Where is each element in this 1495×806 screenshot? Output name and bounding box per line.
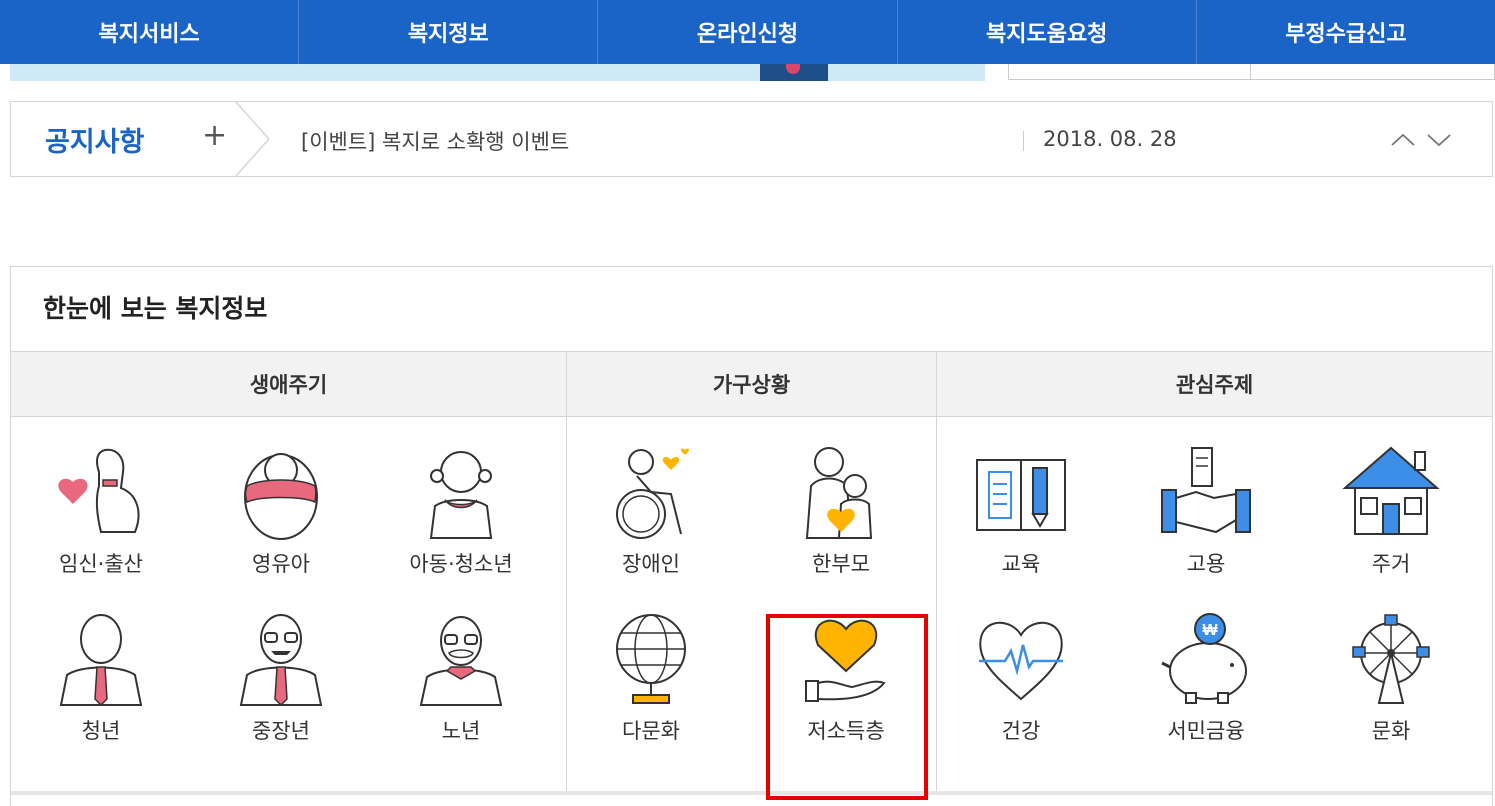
divider bbox=[1023, 131, 1024, 151]
side-box bbox=[1251, 64, 1495, 80]
tile-child-youth[interactable]: 아동·청소년 bbox=[381, 422, 541, 582]
tile-middle-aged[interactable]: 중장년 bbox=[201, 589, 361, 749]
category-header-row: 생애주기 가구상황 관심주제 bbox=[11, 351, 1492, 417]
notice-more-button[interactable]: + bbox=[202, 118, 227, 154]
tile-label: 영유아 bbox=[252, 552, 310, 576]
notice-item-link[interactable]: [이벤트] 복지로 소확행 이벤트 bbox=[301, 126, 569, 156]
banner-remnant bbox=[10, 64, 985, 81]
chevron-divider-icon bbox=[234, 101, 271, 177]
notice-title: 공지사항 bbox=[45, 127, 145, 158]
tile-health[interactable]: 건강 bbox=[941, 589, 1101, 749]
chevron-down-icon[interactable] bbox=[1425, 126, 1453, 154]
category-life-cycle: 생애주기 bbox=[11, 352, 567, 416]
tile-label: 아동·청소년 bbox=[409, 552, 513, 576]
tile-housing[interactable]: 주거 bbox=[1311, 422, 1471, 582]
category-household: 가구상황 bbox=[567, 352, 937, 416]
middle-aged-icon bbox=[239, 614, 323, 707]
tile-label: 임신·출산 bbox=[59, 552, 143, 576]
tile-label: 저소득층 bbox=[807, 719, 885, 743]
pregnant-icon bbox=[58, 448, 140, 533]
tile-label: 교육 bbox=[1001, 552, 1041, 576]
nav-online-apply[interactable]: 온라인신청 bbox=[598, 0, 898, 64]
tile-infant[interactable]: 영유아 bbox=[201, 422, 361, 582]
category-interest: 관심주제 bbox=[1175, 373, 1254, 397]
handshake-icon bbox=[1161, 447, 1251, 534]
tile-single-parent[interactable]: 한부모 bbox=[761, 422, 921, 582]
globe-icon bbox=[616, 614, 686, 704]
tile-label: 한부모 bbox=[812, 552, 870, 576]
tile-low-income[interactable]: 저소득층 bbox=[766, 589, 926, 749]
banner-figure bbox=[760, 64, 828, 81]
tile-label: 중장년 bbox=[252, 719, 310, 743]
chevron-up-icon[interactable] bbox=[1389, 126, 1417, 154]
welfare-info-panel: 한눈에 보는 복지정보 생애주기 가구상황 관심주제 임신·출산 영유아 아동·… bbox=[10, 266, 1493, 806]
wheelchair-icon bbox=[616, 448, 690, 539]
tile-label: 노년 bbox=[441, 719, 481, 743]
tile-pregnancy-birth[interactable]: 임신·출산 bbox=[21, 422, 181, 582]
book-icon bbox=[976, 459, 1066, 531]
heartbeat-icon bbox=[979, 621, 1063, 701]
tile-elderly[interactable]: 노년 bbox=[381, 589, 541, 749]
notice-bar: 공지사항 + [이벤트] 복지로 소확행 이벤트 2018. 08. 28 bbox=[10, 101, 1493, 177]
infant-icon bbox=[244, 453, 318, 540]
tile-label: 다문화 bbox=[622, 719, 680, 743]
nav-welfare-info[interactable]: 복지정보 bbox=[299, 0, 599, 64]
tile-label: 청년 bbox=[81, 719, 121, 743]
svg-text:₩: ₩ bbox=[1202, 622, 1218, 639]
tile-label: 고용 bbox=[1186, 552, 1226, 576]
tile-label: 서민금융 bbox=[1167, 719, 1245, 743]
divider bbox=[936, 417, 937, 791]
side-box bbox=[1008, 64, 1251, 80]
child-icon bbox=[429, 451, 493, 539]
top-navigation: 복지서비스 복지정보 온라인신청 복지도움요청 부정수급신고 bbox=[0, 0, 1495, 64]
tile-label: 건강 bbox=[1001, 719, 1041, 743]
tile-youth[interactable]: 청년 bbox=[21, 589, 181, 749]
elderly-icon bbox=[419, 616, 503, 706]
tile-multicultural[interactable]: 다문화 bbox=[571, 589, 731, 749]
tile-label: 문화 bbox=[1371, 719, 1411, 743]
nav-welfare-service[interactable]: 복지서비스 bbox=[0, 0, 300, 64]
tile-employment[interactable]: 고용 bbox=[1126, 422, 1286, 582]
notice-date: 2018. 08. 28 bbox=[1043, 127, 1177, 151]
nav-help-request[interactable]: 복지도움요청 bbox=[898, 0, 1197, 64]
young-man-icon bbox=[59, 614, 143, 707]
tile-label: 장애인 bbox=[622, 552, 680, 576]
tile-label: 주거 bbox=[1371, 552, 1411, 576]
tile-disabled[interactable]: 장애인 bbox=[571, 422, 731, 582]
piggy-bank-icon: ₩ bbox=[1161, 613, 1247, 704]
divider bbox=[566, 417, 567, 791]
panel-title: 한눈에 보는 복지정보 bbox=[43, 294, 268, 323]
heart-hand-icon bbox=[805, 619, 886, 702]
divider bbox=[11, 791, 1492, 795]
tile-culture[interactable]: 문화 bbox=[1311, 589, 1471, 749]
house-icon bbox=[1342, 446, 1440, 535]
single-parent-icon bbox=[805, 447, 873, 539]
tile-finance[interactable]: ₩ 서민금융 bbox=[1126, 589, 1286, 749]
ferris-wheel-icon bbox=[1352, 614, 1430, 704]
tile-education[interactable]: 교육 bbox=[941, 422, 1101, 582]
nav-fraud-report[interactable]: 부정수급신고 bbox=[1197, 0, 1495, 64]
